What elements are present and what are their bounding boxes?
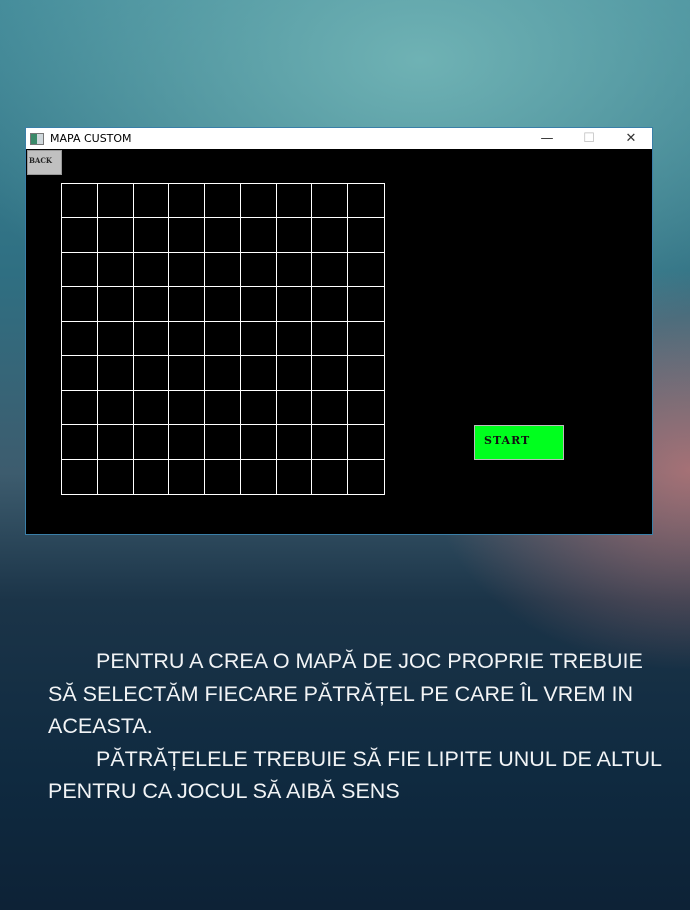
grid-cell[interactable] bbox=[312, 356, 349, 391]
grid-cell[interactable] bbox=[312, 321, 349, 357]
grid-cell[interactable] bbox=[62, 252, 98, 288]
grid-cell[interactable] bbox=[240, 184, 277, 219]
grid-cell[interactable] bbox=[62, 321, 98, 357]
grid-cell[interactable] bbox=[205, 252, 241, 288]
grid-cell[interactable] bbox=[348, 425, 384, 460]
grid-cell[interactable] bbox=[205, 459, 241, 494]
grid-cell[interactable] bbox=[276, 356, 313, 391]
grid-cell[interactable] bbox=[133, 218, 170, 253]
grid-cell[interactable] bbox=[240, 390, 277, 426]
title-bar[interactable]: MAPA CUSTOM — ☐ ✕ bbox=[26, 128, 652, 149]
grid-cell[interactable] bbox=[97, 184, 134, 219]
minimize-button[interactable]: — bbox=[526, 131, 568, 146]
grid-cell[interactable] bbox=[205, 287, 241, 322]
grid-cell[interactable] bbox=[205, 184, 241, 219]
grid-cell[interactable] bbox=[169, 356, 206, 391]
grid-cell[interactable] bbox=[133, 252, 170, 288]
description-paragraph-1: PENTRU A CREA O MAPĂ DE JOC PROPRIE TREB… bbox=[48, 649, 643, 738]
grid-cell[interactable] bbox=[205, 356, 241, 391]
grid-cell[interactable] bbox=[312, 287, 349, 322]
grid-cell[interactable] bbox=[276, 252, 313, 288]
grid-cell[interactable] bbox=[348, 253, 384, 288]
grid-cell[interactable] bbox=[97, 287, 134, 322]
grid-cell[interactable] bbox=[276, 390, 313, 426]
grid-cell[interactable] bbox=[133, 287, 170, 322]
grid-cell[interactable] bbox=[62, 184, 98, 219]
grid-cell[interactable] bbox=[348, 356, 384, 391]
grid-cell[interactable] bbox=[276, 218, 313, 253]
grid-cell[interactable] bbox=[240, 321, 277, 357]
maximize-button[interactable]: ☐ bbox=[568, 131, 610, 146]
grid-cell[interactable] bbox=[241, 459, 277, 494]
grid-cell[interactable] bbox=[134, 459, 170, 494]
grid-cell[interactable] bbox=[240, 425, 277, 460]
grid-cell[interactable] bbox=[205, 425, 241, 460]
window-title: MAPA CUSTOM bbox=[50, 132, 132, 145]
grid-cell[interactable] bbox=[276, 321, 313, 357]
grid-cell[interactable] bbox=[97, 425, 134, 460]
grid-cell[interactable] bbox=[205, 390, 241, 426]
grid-cell[interactable] bbox=[62, 287, 98, 322]
grid-cell[interactable] bbox=[348, 460, 384, 494]
grid-cell[interactable] bbox=[312, 252, 349, 288]
grid-cell[interactable] bbox=[312, 459, 349, 494]
grid-cell[interactable] bbox=[62, 390, 98, 426]
grid-cell[interactable] bbox=[169, 459, 206, 494]
grid-cell[interactable] bbox=[97, 252, 134, 288]
grid-cell[interactable] bbox=[312, 425, 349, 460]
grid-cell[interactable] bbox=[62, 356, 98, 391]
grid-cell[interactable] bbox=[62, 459, 98, 494]
grid-cell[interactable] bbox=[97, 218, 134, 253]
grid-cell[interactable] bbox=[97, 321, 134, 357]
grid-cell[interactable] bbox=[276, 425, 313, 460]
grid-cell[interactable] bbox=[312, 184, 349, 219]
grid-cell[interactable] bbox=[133, 356, 170, 391]
grid-cell[interactable] bbox=[98, 459, 134, 494]
grid-cell[interactable] bbox=[169, 184, 206, 219]
app-window: MAPA CUSTOM — ☐ ✕ BACK START bbox=[25, 127, 653, 535]
grid-cell[interactable] bbox=[348, 287, 384, 322]
grid-cell[interactable] bbox=[133, 390, 170, 426]
map-grid bbox=[61, 183, 385, 495]
grid-cell[interactable] bbox=[348, 322, 384, 357]
grid-cell[interactable] bbox=[62, 425, 98, 460]
grid-cell[interactable] bbox=[205, 321, 241, 357]
close-button[interactable]: ✕ bbox=[610, 131, 652, 146]
grid-cell[interactable] bbox=[169, 321, 206, 357]
grid-cell[interactable] bbox=[240, 356, 277, 391]
grid-cell[interactable] bbox=[277, 459, 313, 494]
grid-cell[interactable] bbox=[169, 390, 206, 426]
start-button[interactable]: START bbox=[474, 425, 564, 460]
grid-cell[interactable] bbox=[240, 252, 277, 288]
app-icon bbox=[30, 132, 44, 145]
grid-cell[interactable] bbox=[133, 184, 170, 219]
grid-cell[interactable] bbox=[169, 287, 206, 322]
grid-cell[interactable] bbox=[133, 425, 170, 460]
grid-cell[interactable] bbox=[169, 252, 206, 288]
description: PENTRU A CREA O MAPĂ DE JOC PROPRIE TREB… bbox=[48, 645, 668, 808]
grid-cell[interactable] bbox=[205, 218, 241, 253]
grid-cell[interactable] bbox=[348, 184, 384, 219]
grid-cell[interactable] bbox=[348, 391, 384, 426]
grid-cell[interactable] bbox=[169, 218, 206, 253]
grid-cell[interactable] bbox=[348, 218, 384, 253]
grid-cell[interactable] bbox=[312, 390, 349, 426]
grid-cell[interactable] bbox=[97, 390, 134, 426]
grid-cell[interactable] bbox=[240, 218, 277, 253]
grid-cell[interactable] bbox=[240, 287, 277, 322]
grid-cell[interactable] bbox=[276, 287, 313, 322]
grid-cell[interactable] bbox=[169, 425, 206, 460]
grid-cell[interactable] bbox=[312, 218, 349, 253]
grid-cell[interactable] bbox=[62, 218, 98, 253]
grid-cell[interactable] bbox=[133, 321, 170, 357]
back-button[interactable]: BACK bbox=[27, 150, 62, 175]
grid-cell[interactable] bbox=[276, 184, 313, 219]
description-paragraph-2: PĂTRĂȚELELE TREBUIE SĂ FIE LIPITE UNUL D… bbox=[48, 746, 662, 804]
grid-cell[interactable] bbox=[97, 356, 134, 391]
